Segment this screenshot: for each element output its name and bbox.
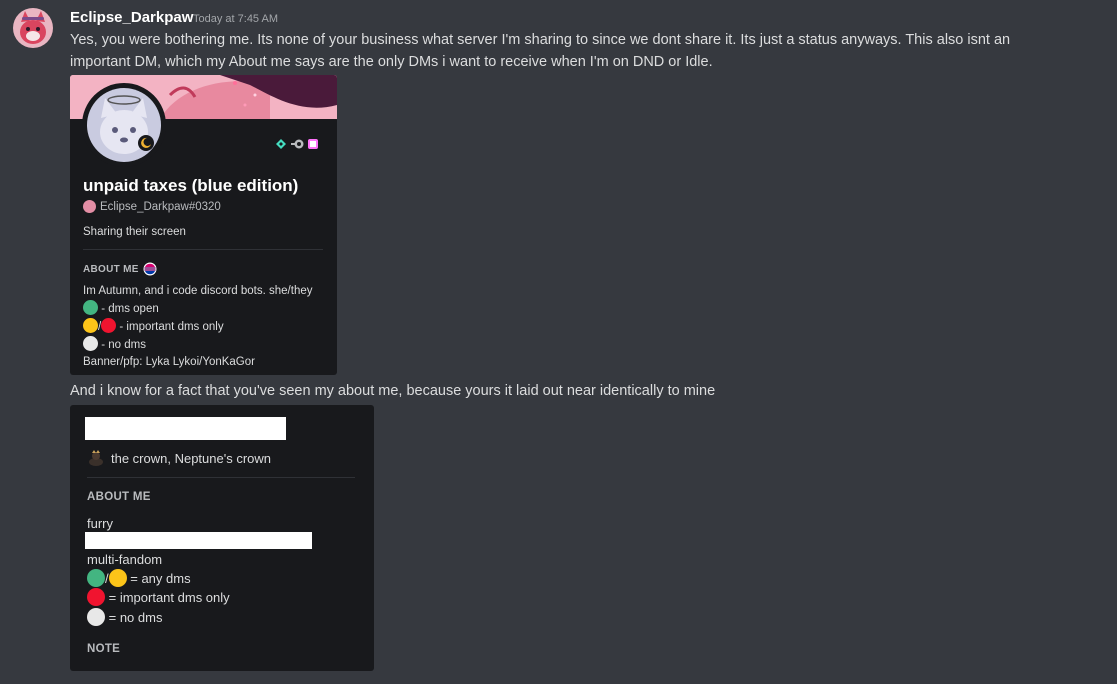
chat-message: Eclipse_Darkpaw Today at 7:45 AM Yes, yo… [0, 0, 1117, 684]
nitro-badge-icon[interactable] [307, 137, 319, 149]
about-line-text: = important dms only [108, 590, 230, 605]
about-line-text: = any dms [130, 571, 191, 586]
about-me-heading: ABOUT ME [87, 491, 151, 503]
about-line: / = any dms [87, 569, 191, 587]
profile-activity: Sharing their screen [83, 226, 186, 238]
white-circle-icon [87, 608, 105, 626]
about-line: = no dms [87, 608, 162, 626]
hypesquad-badge-icon[interactable] [275, 137, 287, 149]
yellow-circle-icon [108, 569, 127, 587]
about-line: = important dms only [87, 588, 230, 606]
green-circle-icon [87, 569, 105, 587]
about-line-text: - important dms only [119, 321, 224, 333]
about-line: furry [87, 516, 113, 531]
profile-divider [87, 477, 355, 478]
redacted-block [85, 417, 286, 440]
about-line: multi-fandom [87, 552, 163, 567]
about-line: Im Autumn, and i code discord bots. she/… [83, 285, 313, 297]
profile-avatar [82, 83, 166, 167]
about-line: - no dms [83, 336, 313, 354]
about-me-heading: ABOUT ME [83, 262, 157, 276]
profile-card-screenshot[interactable]: unpaid taxes (blue edition) Eclipse_Dark… [70, 75, 337, 375]
message-text: Yes, you were bothering me. Its none of … [70, 32, 1011, 70]
yellow-circle-icon [83, 318, 98, 333]
idle-status-icon [138, 135, 154, 151]
message-text: And i know for a fact that you've seen m… [70, 383, 716, 399]
custom-status-text: the crown, Neptune's crown [111, 450, 272, 466]
custom-status: the crown, Neptune's crown [87, 450, 271, 466]
profile-display-name: unpaid taxes (blue edition) [83, 176, 299, 195]
profile-username-tag: Eclipse_Darkpaw#0320 [83, 200, 221, 213]
about-line: / - important dms only [83, 318, 313, 336]
profile-card-screenshot[interactable]: the crown, Neptune's crown ABOUT ME furr… [70, 405, 374, 671]
profile-badges [275, 137, 319, 149]
white-circle-icon [83, 336, 98, 351]
profile-tag-text: Eclipse_Darkpaw#0320 [100, 200, 221, 213]
crown-emoji-icon [89, 450, 103, 466]
about-line-text: - dms open [101, 303, 159, 315]
bisexual-flag-icon [143, 262, 157, 276]
author-avatar[interactable] [13, 8, 53, 48]
boost-badge-icon[interactable] [291, 137, 304, 149]
about-line: Banner/pfp: Lyka Lykoi/YonKaGor [83, 356, 255, 368]
about-me-heading-text: ABOUT ME [83, 263, 139, 275]
profile-divider [83, 249, 323, 250]
about-line: - dms open [83, 300, 313, 318]
red-circle-icon [87, 588, 105, 606]
mini-avatar-icon [83, 200, 96, 213]
note-heading: NOTE [87, 643, 121, 655]
green-circle-icon [83, 300, 98, 315]
about-line-text: - no dms [101, 339, 146, 351]
about-line-text: = no dms [108, 610, 163, 625]
about-me-body: Im Autumn, and i code discord bots. she/… [83, 283, 313, 371]
message-author[interactable]: Eclipse_Darkpaw [70, 9, 193, 26]
message-timestamp: Today at 7:45 AM [193, 13, 278, 25]
redacted-block [85, 532, 312, 549]
red-circle-icon [101, 318, 117, 333]
